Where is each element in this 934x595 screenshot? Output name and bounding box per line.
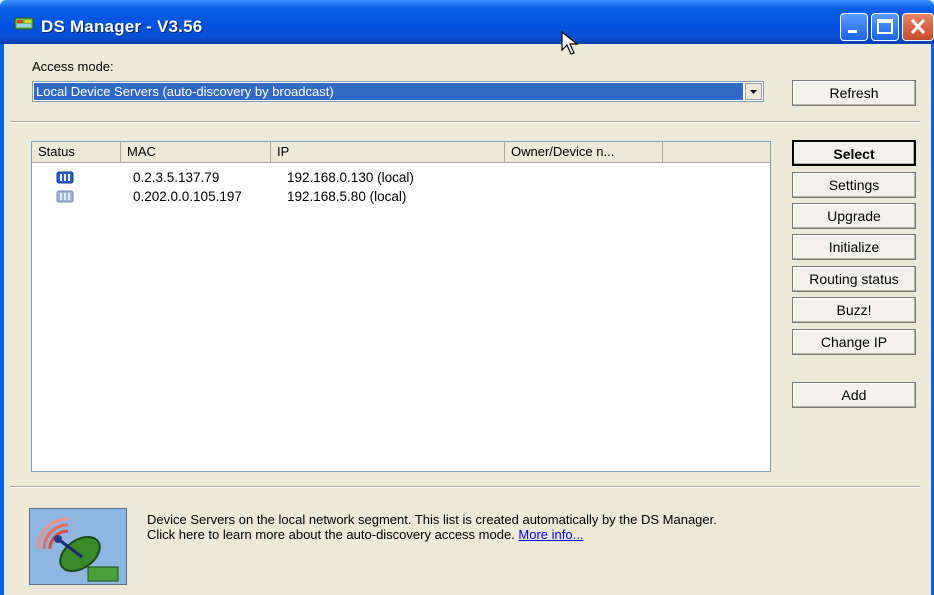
info-line-2: Click here to learn more about the auto-… [147, 527, 907, 542]
list-header: Status MAC IP Owner/Device n... [32, 142, 770, 163]
mouse-cursor-icon [561, 30, 579, 55]
table-row[interactable]: 0.2.3.5.137.79 192.168.0.130 (local) [32, 168, 770, 187]
chevron-down-icon [750, 90, 757, 94]
info-line-1: Device Servers on the local network segm… [147, 512, 717, 527]
access-mode-label: Access mode: [32, 59, 114, 74]
window-title: DS Manager - V3.56 [41, 17, 203, 36]
mac-cell: 0.2.3.5.137.79 [133, 170, 220, 185]
close-icon [910, 18, 926, 35]
column-header-ip[interactable]: IP [271, 142, 505, 162]
divider [10, 486, 920, 488]
divider [10, 121, 920, 123]
add-button[interactable]: Add [792, 382, 916, 408]
device-offline-icon [56, 190, 74, 203]
info-line-2-text: Click here to learn more about the auto-… [147, 527, 515, 542]
routing-status-button[interactable]: Routing status [792, 266, 916, 292]
buzz-button[interactable]: Buzz! [792, 297, 916, 323]
upgrade-button[interactable]: Upgrade [792, 203, 916, 229]
more-info-link[interactable]: More info... [518, 527, 583, 542]
minimize-icon [848, 30, 857, 33]
info-text[interactable]: Device Servers on the local network segm… [147, 512, 907, 542]
access-mode-select[interactable]: Local Device Servers (auto-discovery by … [32, 81, 764, 102]
device-online-icon [56, 171, 74, 184]
minimize-button[interactable] [840, 13, 868, 41]
initialize-button[interactable]: Initialize [792, 234, 916, 260]
access-mode-selected-value: Local Device Servers (auto-discovery by … [34, 83, 743, 100]
change-ip-button[interactable]: Change IP [792, 329, 916, 355]
column-header-mac[interactable]: MAC [121, 142, 271, 162]
main-window: DS Manager - V3.56 Access mode: Local De… [0, 0, 934, 595]
app-icon [14, 17, 34, 30]
select-button[interactable]: Select [792, 140, 916, 166]
dropdown-button[interactable] [745, 83, 762, 100]
maximize-icon [877, 19, 893, 34]
table-row[interactable]: 0.202.0.0.105.197 192.168.5.80 (local) [32, 187, 770, 206]
ip-cell: 192.168.0.130 (local) [287, 170, 414, 185]
close-button[interactable] [902, 13, 934, 41]
ip-cell: 192.168.5.80 (local) [287, 189, 407, 204]
title-bar[interactable]: DS Manager - V3.56 [0, 0, 934, 44]
satellite-dish-icon[interactable] [29, 508, 127, 585]
column-header-status[interactable]: Status [32, 142, 121, 162]
mac-cell: 0.202.0.0.105.197 [133, 189, 242, 204]
device-list[interactable]: Status MAC IP Owner/Device n... 0.2.3.5.… [31, 141, 771, 472]
column-header-owner[interactable]: Owner/Device n... [505, 142, 663, 162]
settings-button[interactable]: Settings [792, 172, 916, 198]
window-border-left [0, 44, 4, 595]
maximize-button[interactable] [871, 13, 899, 41]
refresh-button[interactable]: Refresh [792, 80, 916, 106]
